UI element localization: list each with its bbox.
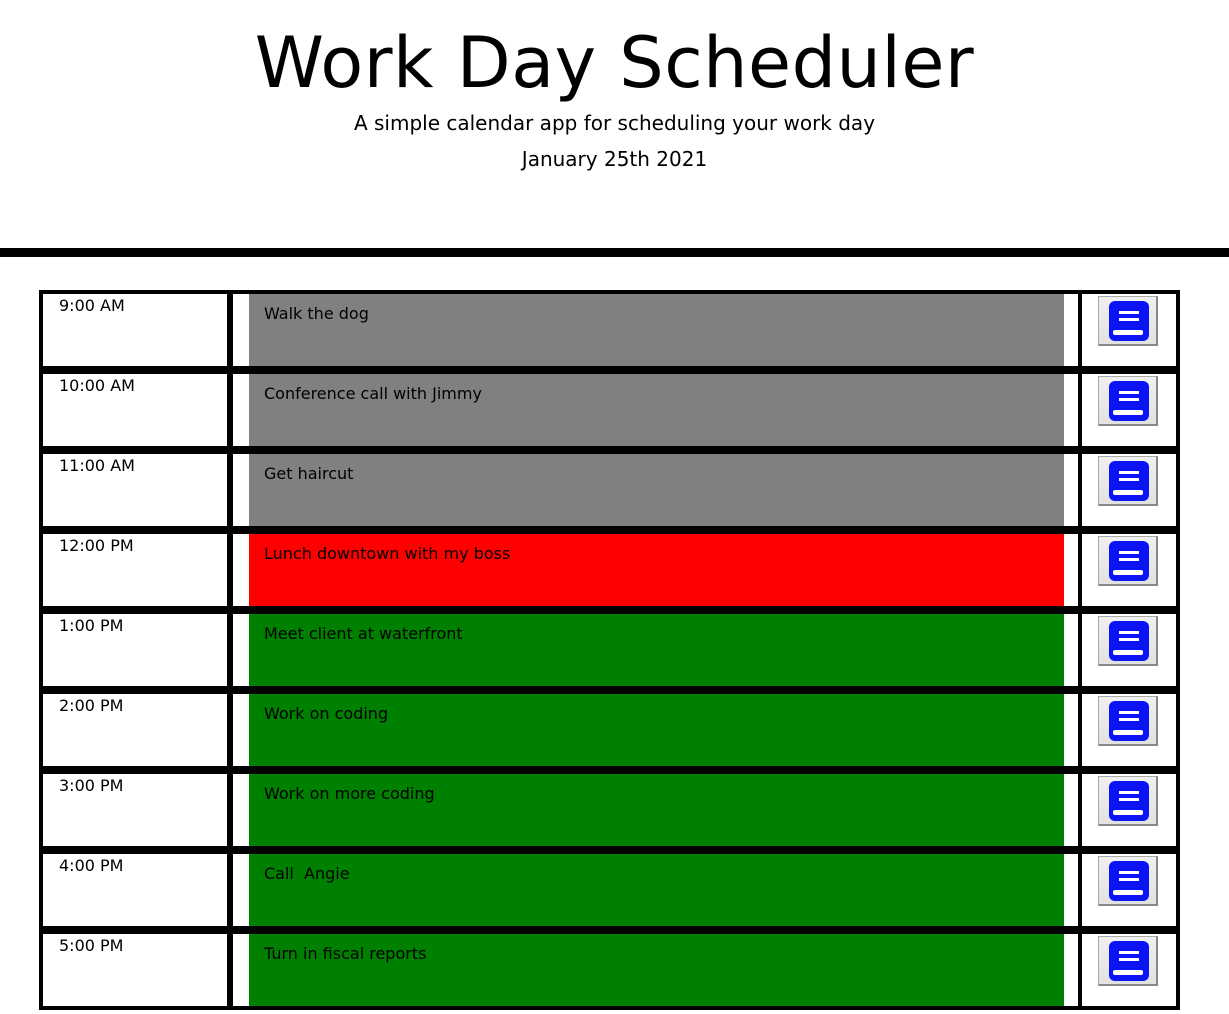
hour-label: 12:00 PM (59, 536, 134, 555)
event-description-input[interactable]: Get haircut (249, 454, 1064, 526)
current-date: January 25th 2021 (521, 147, 708, 171)
row-border (39, 690, 1180, 694)
row-border (1176, 930, 1180, 1010)
save-cell (1082, 614, 1176, 686)
row-border (39, 610, 1180, 614)
row-border (39, 930, 1180, 934)
save-button[interactable] (1098, 376, 1158, 426)
time-block-1: 10:00 AM Conference call with Jimmy (39, 370, 1180, 450)
row-spacer (1064, 854, 1078, 926)
time-block-7: 4:00 PM Call Angie (39, 850, 1180, 930)
hour-cell: 10:00 AM (39, 370, 229, 450)
hour-cell: 2:00 PM (39, 690, 229, 770)
hour-cell: 11:00 AM (39, 450, 229, 530)
save-cell (1082, 534, 1176, 606)
hour-cell: 3:00 PM (39, 770, 229, 850)
row-spacer (1064, 454, 1078, 526)
save-cell (1082, 294, 1176, 366)
hour-cell: 9:00 AM (39, 290, 229, 370)
save-cell (1082, 694, 1176, 766)
event-description-input[interactable]: Conference call with Jimmy (249, 374, 1064, 446)
save-button[interactable] (1098, 536, 1158, 586)
header-divider (0, 248, 1229, 257)
row-border (39, 1006, 1180, 1010)
row-spacer (233, 454, 249, 526)
row-spacer (233, 934, 249, 1006)
time-block-3: 12:00 PM Lunch downtown with my boss (39, 530, 1180, 610)
time-block-0: 9:00 AM Walk the dog (39, 290, 1180, 370)
event-description-input[interactable]: Meet client at waterfront (249, 614, 1064, 686)
save-button[interactable] (1098, 776, 1158, 826)
hour-label: 4:00 PM (59, 856, 124, 875)
page-title: Work Day Scheduler (254, 22, 975, 104)
save-button[interactable] (1098, 456, 1158, 506)
save-cell (1082, 454, 1176, 526)
save-cell (1082, 774, 1176, 846)
hour-cell: 12:00 PM (39, 530, 229, 610)
row-spacer (1064, 934, 1078, 1006)
save-button[interactable] (1098, 856, 1158, 906)
row-border (1176, 450, 1180, 530)
event-description-input[interactable]: Work on coding (249, 694, 1064, 766)
row-border (39, 850, 1180, 854)
hour-cell: 1:00 PM (39, 610, 229, 690)
hour-label: 3:00 PM (59, 776, 124, 795)
row-spacer (1064, 694, 1078, 766)
save-button[interactable] (1098, 616, 1158, 666)
row-spacer (233, 614, 249, 686)
schedule-container: 9:00 AM Walk the dog 10:00 AM Conference… (39, 290, 1180, 1010)
hour-cell: 5:00 PM (39, 930, 229, 1010)
row-border (1176, 530, 1180, 610)
hour-cell: 4:00 PM (39, 850, 229, 930)
time-block-6: 3:00 PM Work on more coding (39, 770, 1180, 850)
row-spacer (1064, 774, 1078, 846)
row-border (1176, 370, 1180, 450)
row-spacer (233, 854, 249, 926)
row-spacer (233, 374, 249, 446)
row-spacer (1064, 614, 1078, 686)
hour-label: 5:00 PM (59, 936, 124, 955)
hour-label: 10:00 AM (59, 376, 135, 395)
hour-label: 9:00 AM (59, 296, 125, 315)
row-border (1176, 290, 1180, 370)
row-spacer (233, 534, 249, 606)
row-spacer (233, 694, 249, 766)
row-border (39, 370, 1180, 374)
row-border (1176, 770, 1180, 850)
row-spacer (1064, 374, 1078, 446)
row-border (39, 290, 1180, 294)
page-subtitle: A simple calendar app for scheduling you… (353, 111, 876, 135)
save-button[interactable] (1098, 696, 1158, 746)
time-block-2: 11:00 AM Get haircut (39, 450, 1180, 530)
row-border (39, 450, 1180, 454)
row-border (39, 530, 1180, 534)
time-block-8: 5:00 PM Turn in fiscal reports (39, 930, 1180, 1010)
row-spacer (233, 294, 249, 366)
event-description-input[interactable]: Lunch downtown with my boss (249, 534, 1064, 606)
row-border (1176, 850, 1180, 930)
row-border (1176, 690, 1180, 770)
hour-label: 2:00 PM (59, 696, 124, 715)
hour-label: 1:00 PM (59, 616, 124, 635)
row-spacer (233, 774, 249, 846)
row-spacer (1064, 534, 1078, 606)
event-description-input[interactable]: Call Angie (249, 854, 1064, 926)
row-border (39, 770, 1180, 774)
save-button[interactable] (1098, 296, 1158, 346)
event-description-input[interactable]: Turn in fiscal reports (249, 934, 1064, 1006)
header: Work Day Scheduler A simple calendar app… (0, 0, 1229, 248)
hour-label: 11:00 AM (59, 456, 135, 475)
event-description-input[interactable]: Walk the dog (249, 294, 1064, 366)
save-cell (1082, 854, 1176, 926)
time-block-4: 1:00 PM Meet client at waterfront (39, 610, 1180, 690)
save-cell (1082, 374, 1176, 446)
save-button[interactable] (1098, 936, 1158, 986)
event-description-input[interactable]: Work on more coding (249, 774, 1064, 846)
time-block-5: 2:00 PM Work on coding (39, 690, 1180, 770)
save-cell (1082, 934, 1176, 1006)
row-spacer (1064, 294, 1078, 366)
row-border (1176, 610, 1180, 690)
